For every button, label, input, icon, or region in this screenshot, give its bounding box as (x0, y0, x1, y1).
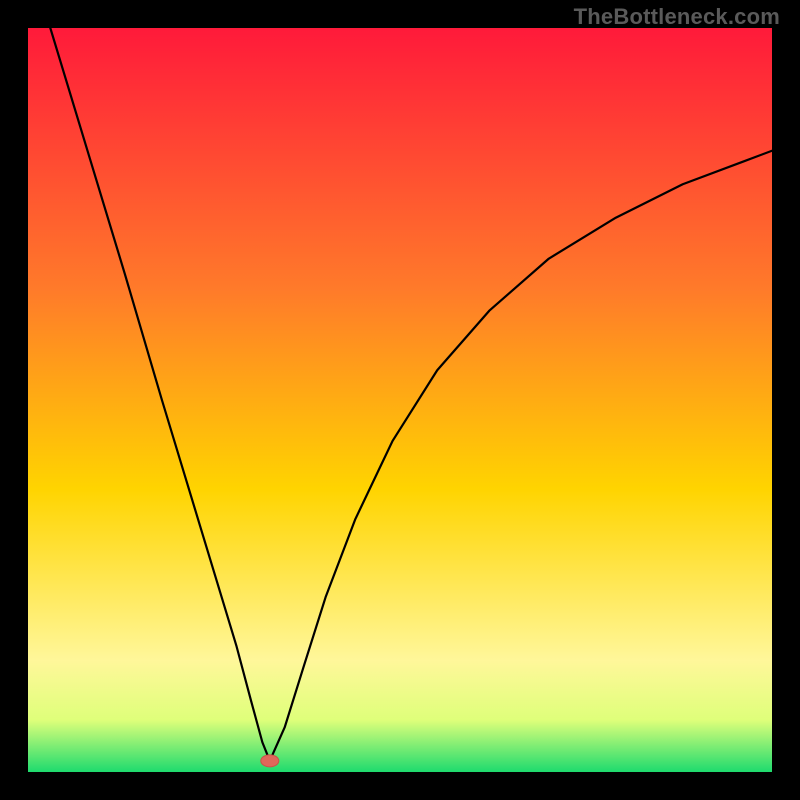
chart-frame: TheBottleneck.com (0, 0, 800, 800)
watermark-text: TheBottleneck.com (574, 4, 780, 30)
minimum-marker (261, 755, 279, 767)
chart-svg (28, 28, 772, 772)
gradient-background (28, 28, 772, 772)
plot-area (28, 28, 772, 772)
